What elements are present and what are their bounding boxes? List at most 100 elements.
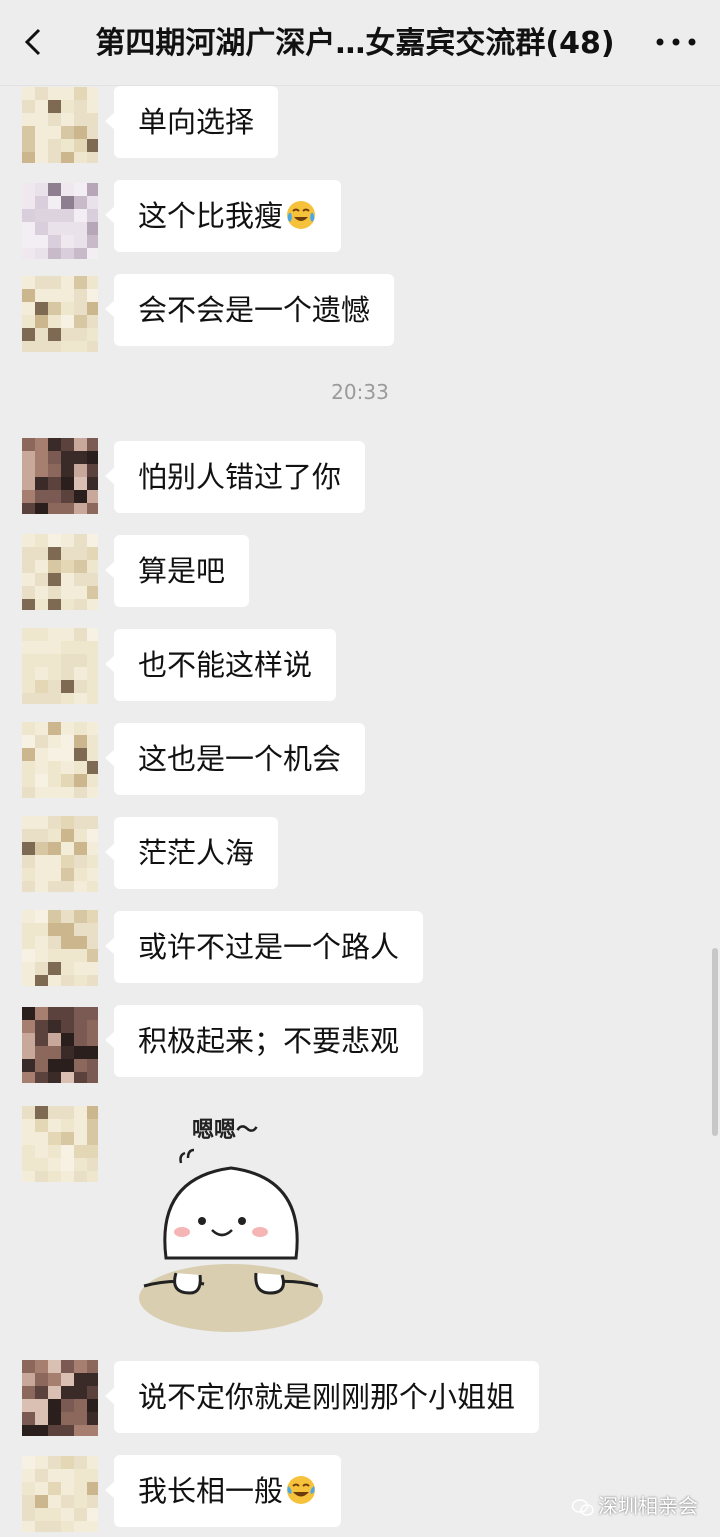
sender-avatar[interactable] — [22, 1456, 98, 1532]
avatar-pixel — [22, 855, 35, 868]
avatar-pixel — [61, 1033, 74, 1046]
avatar-pixel — [87, 816, 98, 829]
avatar-pixel — [87, 1360, 98, 1373]
avatar-pixel — [87, 126, 98, 139]
avatar-pixel — [48, 126, 61, 139]
message-bubble[interactable]: 会不会是一个遗憾 — [104, 274, 395, 346]
avatar-pixel — [35, 1020, 48, 1033]
avatar-pixel — [35, 152, 48, 163]
message-text: 单向选择 — [138, 105, 255, 139]
message-bubble[interactable]: 我长相一般 — [104, 1455, 342, 1527]
message-text: 这也是一个机会 — [138, 742, 342, 776]
avatar-pixel — [22, 503, 35, 514]
avatar-pixel — [35, 1033, 48, 1046]
avatar-pixel — [74, 1020, 87, 1033]
avatar-pixel — [48, 477, 61, 490]
message-text: 我长相一般 — [138, 1474, 284, 1508]
message-bubble[interactable]: 这也是一个机会 — [104, 723, 366, 795]
avatar-pixel — [48, 868, 61, 881]
avatar-pixel — [87, 573, 98, 586]
avatar-pixel — [61, 1171, 74, 1182]
avatar-pixel — [35, 735, 48, 748]
avatar-pixel — [48, 1072, 61, 1083]
sender-avatar[interactable] — [22, 1007, 98, 1083]
avatar-pixel — [22, 949, 35, 962]
avatar-pixel — [35, 1469, 48, 1482]
avatar-pixel — [61, 654, 74, 667]
avatar-pixel — [48, 100, 61, 113]
avatar-pixel — [35, 842, 48, 855]
sender-avatar[interactable] — [22, 534, 98, 610]
avatar-pixel — [87, 599, 98, 610]
avatar-pixel — [48, 1508, 61, 1521]
avatar-pixel — [35, 573, 48, 586]
avatar-pixel — [22, 735, 35, 748]
sender-avatar[interactable] — [22, 628, 98, 704]
avatar-pixel — [87, 1482, 98, 1495]
sender-avatar[interactable] — [22, 438, 98, 514]
avatar-pixel — [61, 289, 74, 302]
avatar-pixel — [61, 87, 74, 100]
avatar-pixel — [22, 1145, 35, 1158]
back-arrow-icon[interactable] — [14, 22, 54, 62]
avatar-pixel — [74, 1469, 87, 1482]
sender-avatar[interactable] — [22, 816, 98, 892]
avatar-pixel — [35, 1132, 48, 1145]
avatar-pixel — [35, 1360, 48, 1373]
smiling-bun-sticker[interactable]: 嗯嗯～ — [136, 1108, 326, 1338]
message-bubble[interactable]: 单向选择 — [104, 86, 279, 158]
avatar-pixel — [22, 1059, 35, 1072]
sender-avatar[interactable] — [22, 1360, 98, 1436]
avatar-pixel — [74, 748, 87, 761]
avatar-pixel — [74, 276, 87, 289]
avatar-pixel — [22, 910, 35, 923]
avatar-pixel — [61, 1072, 74, 1083]
sender-avatar[interactable] — [22, 1106, 98, 1182]
avatar-pixel — [48, 936, 61, 949]
sender-avatar[interactable] — [22, 276, 98, 352]
avatar-pixel — [61, 774, 74, 787]
avatar-pixel — [74, 1007, 87, 1020]
avatar-pixel — [61, 503, 74, 514]
avatar-pixel — [22, 100, 35, 113]
message-bubble[interactable]: 也不能这样说 — [104, 629, 337, 701]
avatar-pixel — [61, 816, 74, 829]
avatar-pixel — [48, 667, 61, 680]
avatar-pixel — [61, 126, 74, 139]
message-bubble[interactable]: 积极起来；不要悲观 — [104, 1005, 424, 1077]
avatar-pixel — [61, 534, 74, 547]
avatar-pixel — [48, 1373, 61, 1386]
sender-avatar[interactable] — [22, 183, 98, 259]
avatar-pixel — [74, 599, 87, 610]
avatar-pixel — [61, 438, 74, 451]
avatar-pixel — [61, 829, 74, 842]
avatar-pixel — [74, 1119, 87, 1132]
avatar-pixel — [48, 341, 61, 352]
more-options-icon[interactable] — [648, 22, 704, 62]
sender-avatar[interactable] — [22, 910, 98, 986]
scrollbar-thumb[interactable] — [712, 948, 718, 1136]
avatar-pixel — [35, 1521, 48, 1532]
avatar-pixel — [22, 962, 35, 975]
avatar-pixel — [35, 936, 48, 949]
avatar-pixel — [22, 276, 35, 289]
avatar-pixel — [61, 328, 74, 341]
avatar-pixel — [87, 1033, 98, 1046]
message-bubble[interactable]: 算是吧 — [104, 535, 250, 607]
message-bubble[interactable]: 茫茫人海 — [104, 817, 279, 889]
avatar-pixel — [22, 573, 35, 586]
avatar-pixel — [48, 1469, 61, 1482]
avatar-pixel — [48, 1158, 61, 1171]
message-bubble[interactable]: 说不定你就是刚刚那个小姐姐 — [104, 1361, 540, 1433]
sender-avatar[interactable] — [22, 722, 98, 798]
message-bubble[interactable]: 或许不过是一个路人 — [104, 911, 424, 983]
avatar-pixel — [48, 962, 61, 975]
avatar-pixel — [61, 209, 74, 222]
avatar-pixel — [48, 680, 61, 693]
message-bubble[interactable]: 这个比我瘦 — [104, 180, 342, 252]
avatar-pixel — [48, 1456, 61, 1469]
avatar-pixel — [22, 1399, 35, 1412]
sender-avatar[interactable] — [22, 87, 98, 163]
message-bubble[interactable]: 怕别人错过了你 — [104, 441, 366, 513]
avatar-pixel — [48, 735, 61, 748]
